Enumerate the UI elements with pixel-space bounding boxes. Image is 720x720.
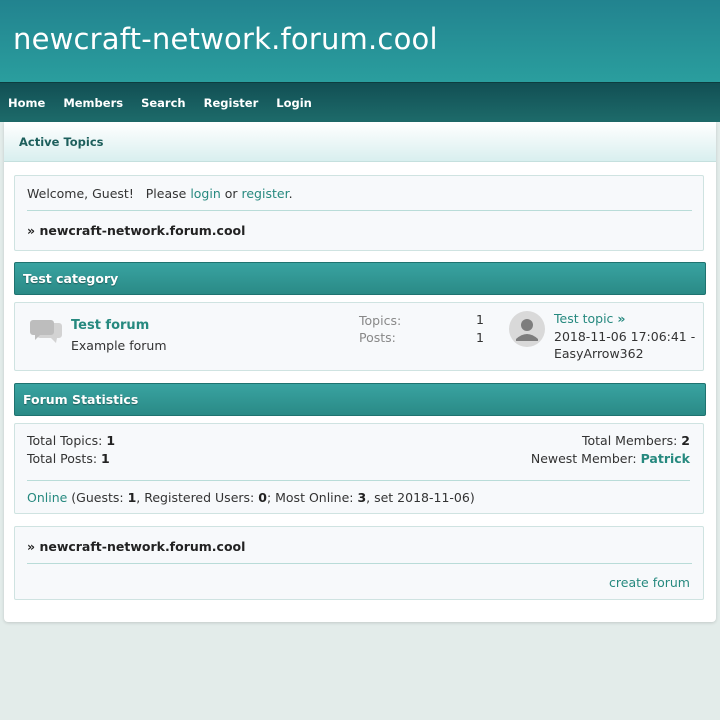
nav-home[interactable]: Home	[8, 96, 45, 110]
main-nav: Home Members Search Register Login	[0, 82, 720, 122]
total-members: Total Members: 2	[582, 433, 690, 448]
site-title[interactable]: newcraft-network.forum.cool	[13, 22, 438, 56]
newest-member-link[interactable]: Patrick	[641, 451, 690, 466]
footer-divider	[27, 563, 692, 564]
last-post-user: EasyArrow362	[554, 346, 644, 361]
total-posts: Total Posts: 1	[27, 451, 110, 466]
welcome-divider	[27, 210, 692, 211]
breadcrumb-home-link[interactable]: newcraft-network.forum.cool	[39, 223, 245, 238]
topics-count: 1	[476, 312, 484, 327]
forum-row: Test forum Example forum Topics: 1 Posts…	[14, 302, 704, 371]
welcome-text: Welcome, Guest! Please login or register…	[27, 186, 293, 201]
last-post-date: 2018-11-06 17:06:41 -	[554, 329, 696, 344]
last-topic-link[interactable]: Test topic »	[554, 311, 625, 326]
online-stats: Online (Guests: 1, Registered Users: 0; …	[27, 490, 475, 505]
site-header: newcraft-network.forum.cool	[0, 0, 720, 82]
category-title[interactable]: Test category	[23, 271, 118, 286]
nav-register[interactable]: Register	[204, 96, 259, 110]
online-link[interactable]: Online	[27, 490, 67, 505]
posts-label: Posts:	[359, 330, 396, 345]
forum-name-link[interactable]: Test forum	[71, 318, 149, 333]
user-avatar-icon	[509, 311, 545, 347]
create-forum-link[interactable]: create forum	[609, 575, 690, 590]
forum-description: Example forum	[71, 338, 167, 353]
main-container: Active Topics Welcome, Guest! Please log…	[4, 122, 716, 622]
stats-header: Forum Statistics	[14, 383, 706, 416]
register-link[interactable]: register	[242, 186, 289, 201]
posts-count: 1	[476, 330, 484, 345]
active-topics-link[interactable]: Active Topics	[19, 135, 104, 149]
sub-nav: Active Topics	[4, 122, 716, 162]
nav-login[interactable]: Login	[276, 96, 312, 110]
stats-divider	[27, 480, 690, 481]
footer-breadcrumb: » newcraft-network.forum.cool	[27, 539, 245, 554]
topics-label: Topics:	[359, 313, 402, 328]
welcome-panel: Welcome, Guest! Please login or register…	[14, 175, 704, 251]
footer-breadcrumb-marker: »	[27, 539, 36, 554]
stats-title: Forum Statistics	[23, 392, 139, 407]
footer-breadcrumb-link[interactable]: newcraft-network.forum.cool	[39, 539, 245, 554]
nav-members[interactable]: Members	[63, 96, 123, 110]
footer-panel: » newcraft-network.forum.cool create for…	[14, 526, 704, 600]
breadcrumb: » newcraft-network.forum.cool	[27, 223, 245, 238]
total-topics: Total Topics: 1	[27, 433, 116, 448]
nav-search[interactable]: Search	[141, 96, 186, 110]
forum-chat-icon	[30, 320, 62, 343]
newest-member: Newest Member: Patrick	[530, 451, 690, 466]
breadcrumb-marker: »	[27, 223, 36, 238]
login-link[interactable]: login	[190, 186, 220, 201]
category-header: Test category	[14, 262, 706, 295]
stats-panel: Total Topics: 1 Total Posts: 1 Total Mem…	[14, 423, 704, 514]
